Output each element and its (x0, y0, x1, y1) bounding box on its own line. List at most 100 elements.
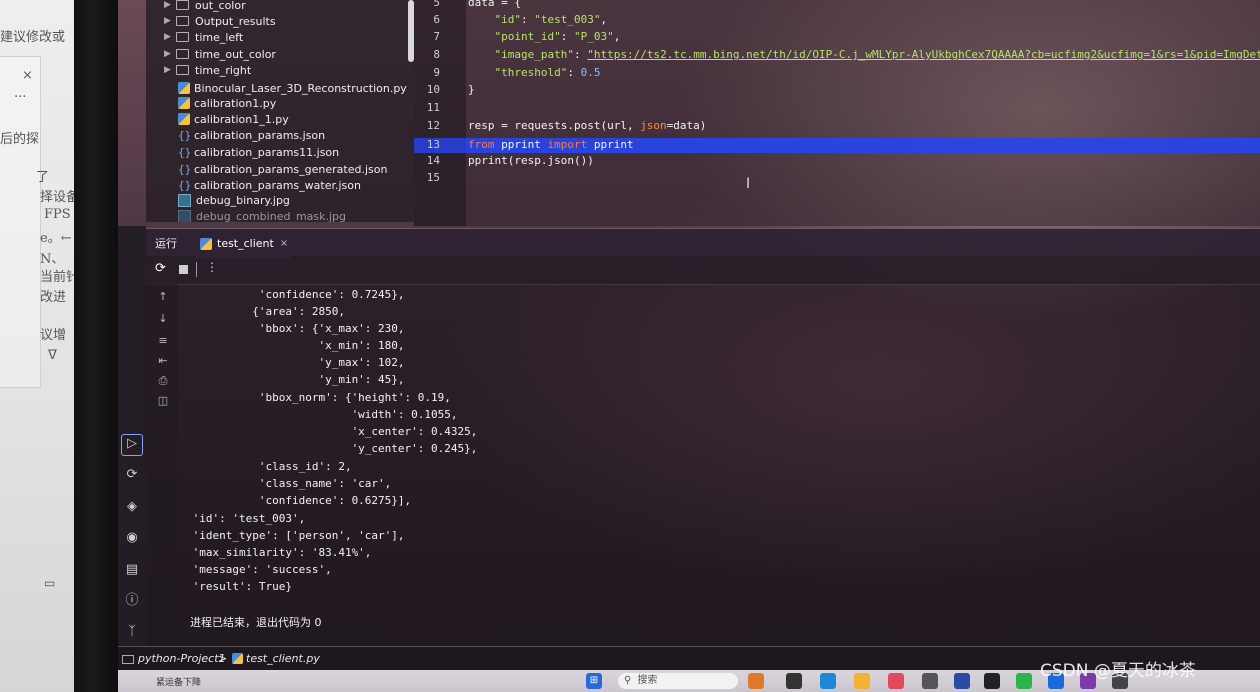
code-url-string[interactable]: "https://ts2.tc.mm.bing.net/th/id/OIP-C.… (587, 48, 1260, 61)
line-number: 9 (433, 66, 440, 79)
tree-item-file[interactable]: Binocular_Laser_3D_Reconstruction.py (178, 80, 407, 96)
close-icon[interactable]: × (280, 238, 288, 249)
app-icon-black[interactable] (984, 673, 1000, 689)
tree-item-label: out_color (195, 0, 246, 12)
file-explorer-icon[interactable] (854, 673, 870, 689)
tree-item-folder[interactable]: ▶ out_color (164, 0, 246, 13)
console-line: 'message': 'success', (186, 563, 332, 576)
code-line: "point_id": "P_03", (468, 30, 621, 43)
console-line: 'x_min': 180, (186, 339, 405, 352)
image-file-icon (178, 193, 191, 207)
print-icon[interactable]: ⎙ (156, 374, 170, 388)
folder-icon (176, 32, 189, 42)
tree-item-folder[interactable]: ▶ time_out_color (164, 46, 276, 62)
python-console-icon[interactable]: ⟳ (124, 467, 140, 483)
line-number: 14 (426, 154, 440, 167)
app-icon-dark[interactable] (786, 673, 802, 689)
code-line: "image_path": "https://ts2.tc.mm.bing.ne… (468, 48, 1260, 61)
search-placeholder: 搜索 (637, 675, 658, 686)
tool-window-strip: ▷ ⟳ ◈ ◉ ▤ ⓘ ᛉ (118, 226, 146, 646)
tree-item-file[interactable]: debug_combined_mask.jpg (178, 208, 346, 222)
paper-line: 后的探 (0, 132, 40, 147)
folder-icon (176, 49, 189, 59)
tree-item-file[interactable]: calibration1_1.py (178, 111, 289, 127)
taskbar-search[interactable]: ⚲ 搜索 (618, 673, 738, 689)
tree-item-label: calibration_params.json (194, 128, 326, 142)
folder-icon (176, 16, 189, 26)
code-line-selected: from pprint import pprint (468, 138, 634, 151)
stop-icon[interactable] (179, 265, 188, 274)
terminal-icon[interactable]: ▤ (124, 562, 140, 578)
tree-item-file[interactable]: {} calibration_params.json (178, 127, 325, 143)
console-output[interactable]: 'confidence': 0.7245}, {'area': 2850, 'b… (178, 284, 1260, 646)
line-number: 6 (433, 13, 440, 26)
paper-close-icon: × (22, 68, 33, 83)
scroll-to-end-icon[interactable]: ⇤ (156, 354, 170, 367)
git-icon[interactable]: ᛉ (124, 624, 140, 640)
tree-item-label: debug_binary.jpg (196, 193, 290, 207)
wechat-icon[interactable] (1016, 673, 1032, 689)
more-options-icon[interactable]: ⋮ (206, 260, 218, 274)
packages-icon[interactable]: ◈ (124, 499, 140, 515)
breadcrumb-file[interactable]: test_client.py (246, 652, 320, 665)
weather-widget[interactable]: 紧运备下降 (156, 675, 201, 688)
rerun-icon[interactable]: ⟳ (155, 261, 166, 276)
folder-icon (122, 655, 134, 664)
console-line: 'bbox_norm': {'height': 0.19, (186, 391, 451, 404)
tree-item-label: calibration_params11.json (194, 145, 340, 159)
json-file-icon: {} (178, 178, 192, 192)
code-editor[interactable]: 5 6 7 8 9 10 11 12 13 14 15 data = { "id… (414, 0, 1260, 226)
paper-document: 建议修改或 × ... 后的探 了 择设备 FPS e。← N、 当前针 改进 … (0, 0, 74, 692)
tree-item-file[interactable]: {} calibration_params_generated.json (178, 161, 387, 177)
paper-camera-icon: ▭ (44, 576, 56, 590)
scroll-down-icon[interactable]: ↓ (156, 312, 170, 325)
problems-icon[interactable]: ⓘ (124, 593, 140, 609)
tree-item-folder[interactable]: ▶ time_right (164, 62, 251, 78)
tree-item-file[interactable]: debug_binary.jpg (178, 192, 290, 208)
scroll-up-icon[interactable]: ↑ (156, 290, 170, 303)
console-line: 'ident_type': ['person', 'car'], (186, 529, 405, 542)
console-line: 'width': 0.1055, (186, 408, 458, 421)
console-line: 'class_name': 'car', (186, 477, 392, 490)
soft-wrap-icon[interactable]: ≡ (156, 334, 170, 347)
line-number: 11 (426, 101, 440, 114)
app-icon-orange[interactable] (748, 673, 764, 689)
console-line: 'confidence': 0.7245}, (186, 288, 405, 301)
paper-panel (0, 56, 41, 388)
python-file-icon (200, 237, 212, 250)
tree-item-file[interactable]: {} calibration_params11.json (178, 144, 339, 160)
console-line: {'area': 2850, (186, 305, 345, 318)
code-keyword: from (468, 138, 495, 151)
project-tree[interactable]: ▶ out_color ▶ Output_results ▶ time_left ▶ t… (146, 0, 414, 222)
paper-more-icon: ... (14, 86, 27, 101)
code-string: "image_path" (494, 48, 574, 61)
code-line: pprint(resp.json()) (468, 154, 594, 167)
app-icon-cc[interactable] (922, 673, 938, 689)
paper-line: 择设备 (40, 190, 74, 205)
tree-item-folder[interactable]: ▶ Output_results (164, 13, 276, 29)
code-string: "point_id" (494, 30, 561, 43)
breadcrumb-project[interactable]: python-Project1 (138, 652, 226, 665)
run-icon[interactable]: ▷ (124, 436, 140, 452)
json-file-icon: {} (178, 145, 192, 159)
chevron-right-icon: ▶ (164, 0, 171, 10)
services-icon[interactable]: ◉ (124, 530, 140, 546)
start-icon[interactable]: ⊞ (586, 673, 602, 689)
python-file-icon (178, 97, 190, 109)
app-icon-blue[interactable] (954, 673, 970, 689)
edge-browser-icon[interactable] (820, 673, 836, 689)
trash-icon[interactable]: ◫ (156, 394, 170, 407)
chevron-right-icon: ▶ (164, 32, 171, 42)
paper-line: e。← (40, 231, 72, 246)
tree-item-file[interactable]: calibration1.py (178, 95, 276, 111)
python-file-icon (178, 82, 190, 94)
console-line: 'x_center': 0.4325, (186, 425, 478, 438)
tab-test-client[interactable]: test_client × (196, 231, 293, 258)
console-line: 'result': True} (186, 580, 292, 593)
tree-item-folder[interactable]: ▶ time_left (164, 29, 243, 45)
line-number: 15 (426, 171, 440, 184)
tree-item-file[interactable]: {} calibration_params_water.json (178, 177, 361, 193)
run-toolbar: ⟳ ⋮ (146, 256, 1260, 285)
tree-item-label: time_out_color (195, 47, 276, 61)
app-icon-red[interactable] (888, 673, 904, 689)
